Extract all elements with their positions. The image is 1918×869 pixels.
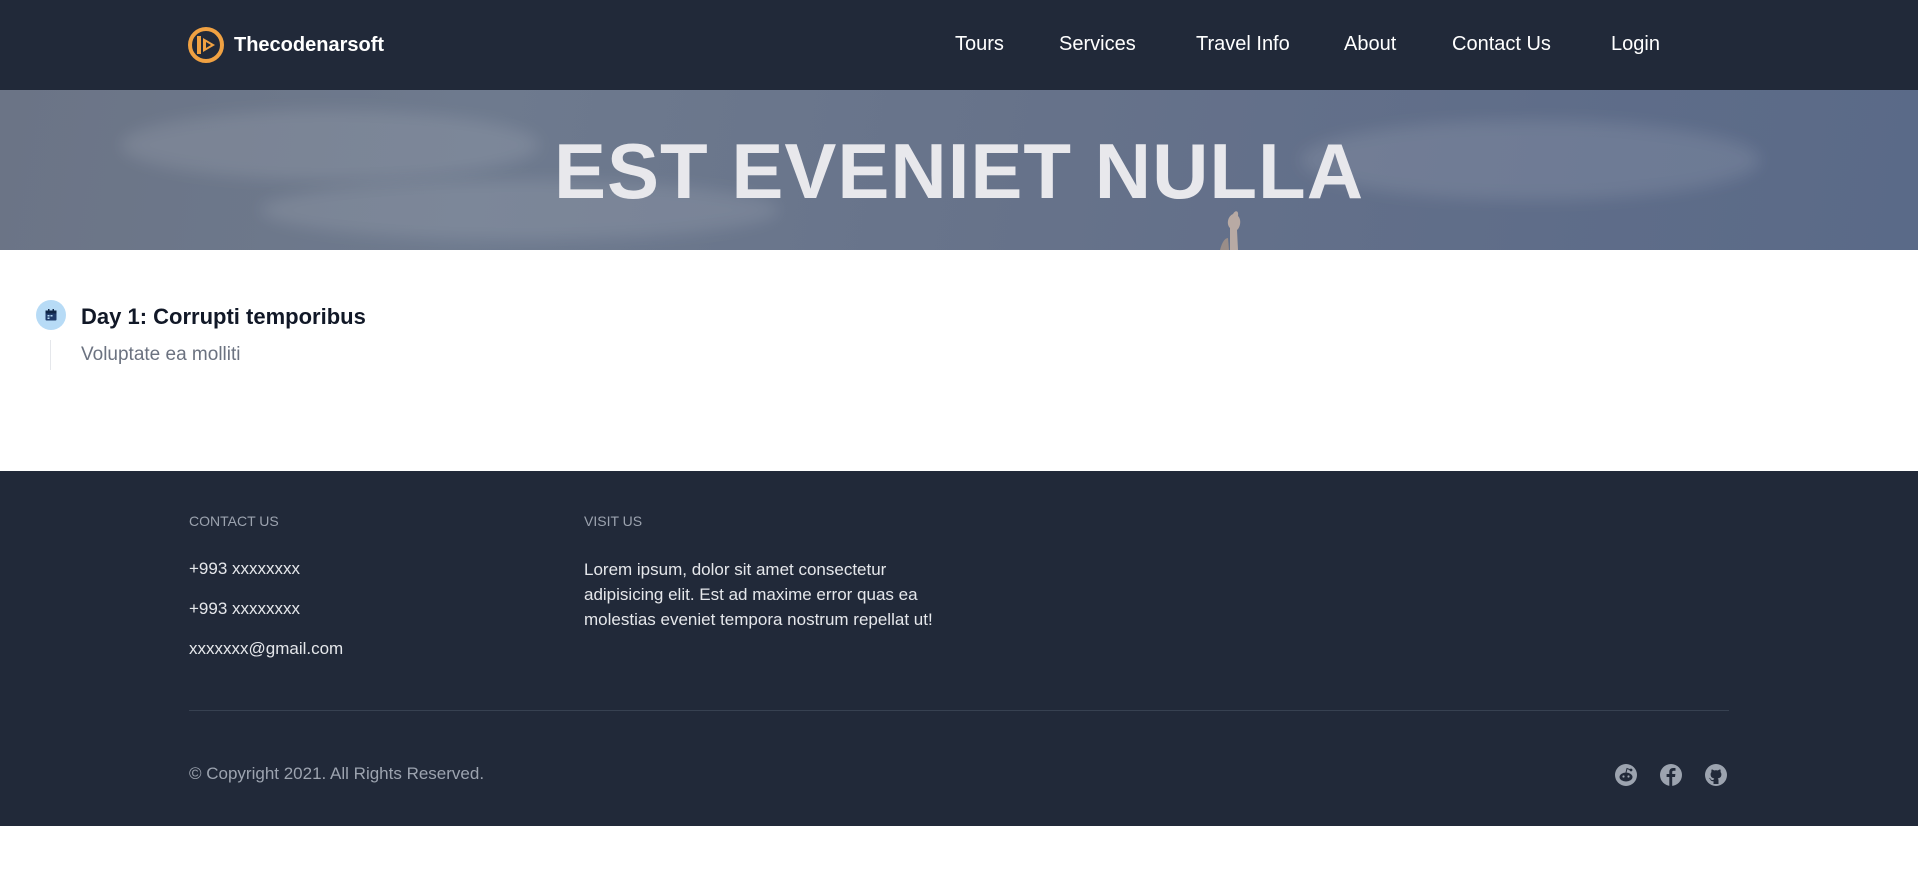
top-navigation-bar: Thecodenarsoft Tours Services Travel Inf… <box>0 0 1918 90</box>
timeline-line <box>50 340 51 370</box>
brand[interactable]: Thecodenarsoft <box>188 27 384 63</box>
nav-tours[interactable]: Tours <box>955 33 1004 56</box>
nav-login[interactable]: Login <box>1611 33 1660 56</box>
day-description: Voluptate ea molliti <box>81 344 241 365</box>
visit-heading: VISIT US <box>584 513 643 529</box>
nav-travel-info[interactable]: Travel Info <box>1196 33 1290 56</box>
statue-image <box>1220 211 1241 250</box>
day-marker <box>36 300 66 330</box>
footer: CONTACT US +993 xxxxxxxx +993 xxxxxxxx x… <box>0 471 1918 826</box>
nav-services[interactable]: Services <box>1059 33 1136 56</box>
reddit-icon[interactable] <box>1614 763 1638 787</box>
nav-about[interactable]: About <box>1344 33 1396 56</box>
calendar-icon <box>45 309 57 321</box>
hero-banner: EST EVENIET NULLA <box>0 90 1918 250</box>
contact-phone-2[interactable]: +993 xxxxxxxx <box>189 599 300 619</box>
contact-email[interactable]: xxxxxxx@gmail.com <box>189 639 343 659</box>
hero-title: EST EVENIET NULLA <box>553 127 1365 215</box>
copyright-text: © Copyright 2021. All Rights Reserved. <box>189 764 485 783</box>
visit-text: Lorem ipsum, dolor sit amet consectetur … <box>584 560 933 629</box>
github-icon[interactable] <box>1704 763 1728 787</box>
contact-heading: CONTACT US <box>189 513 279 529</box>
logo-icon <box>188 27 224 63</box>
nav-contact-us[interactable]: Contact Us <box>1452 33 1551 56</box>
brand-name: Thecodenarsoft <box>234 33 385 56</box>
footer-divider <box>189 710 1729 711</box>
contact-phone-1[interactable]: +993 xxxxxxxx <box>189 559 300 579</box>
day-title: Day 1: Corrupti temporibus <box>81 304 366 329</box>
facebook-icon[interactable] <box>1659 763 1683 787</box>
